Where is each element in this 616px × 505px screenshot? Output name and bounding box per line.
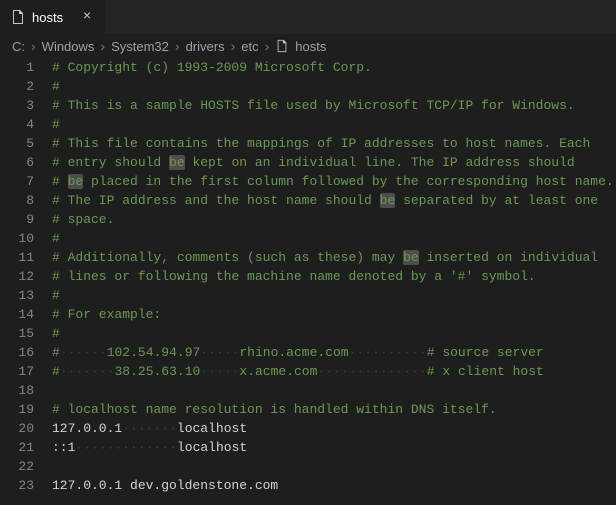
code-line[interactable]: #······102.54.94.97·····rhino.acme.com··… [52, 343, 616, 362]
line-number: 5 [0, 134, 34, 153]
code-line[interactable] [52, 381, 616, 400]
line-number: 9 [0, 210, 34, 229]
line-number: 4 [0, 115, 34, 134]
chevron-right-icon: › [31, 38, 36, 54]
code-line[interactable]: # be placed in the first column followed… [52, 172, 616, 191]
line-number: 11 [0, 248, 34, 267]
breadcrumb-part[interactable]: hosts [295, 39, 326, 54]
line-number-gutter: 1234567891011121314151617181920212223 [0, 58, 52, 505]
code-line[interactable]: # space. [52, 210, 616, 229]
line-number: 18 [0, 381, 34, 400]
chevron-right-icon: › [265, 38, 270, 54]
chevron-right-icon: › [100, 38, 105, 54]
code-line[interactable]: # Additionally, comments (such as these)… [52, 248, 616, 267]
code-line[interactable]: # localhost name resolution is handled w… [52, 400, 616, 419]
line-number: 2 [0, 77, 34, 96]
code-line[interactable]: # [52, 324, 616, 343]
line-number: 22 [0, 457, 34, 476]
line-number: 23 [0, 476, 34, 495]
line-number: 10 [0, 229, 34, 248]
line-number: 3 [0, 96, 34, 115]
line-number: 1 [0, 58, 34, 77]
code-line[interactable]: # [52, 286, 616, 305]
tab-label: hosts [32, 10, 63, 25]
code-line[interactable]: #·······38.25.63.10·····x.acme.com······… [52, 362, 616, 381]
code-line[interactable]: # [52, 229, 616, 248]
file-icon [275, 39, 289, 53]
line-number: 13 [0, 286, 34, 305]
line-number: 8 [0, 191, 34, 210]
code-line[interactable]: # [52, 115, 616, 134]
tab-hosts[interactable]: hosts × [0, 0, 106, 34]
breadcrumb: C: › Windows › System32 › drivers › etc … [0, 34, 616, 58]
breadcrumb-part[interactable]: drivers [186, 39, 225, 54]
code-line[interactable]: # lines or following the machine name de… [52, 267, 616, 286]
code-line[interactable] [52, 457, 616, 476]
breadcrumb-part[interactable]: System32 [111, 39, 169, 54]
breadcrumb-part[interactable]: Windows [42, 39, 95, 54]
code-line[interactable]: # This is a sample HOSTS file used by Mi… [52, 96, 616, 115]
line-number: 15 [0, 324, 34, 343]
code-line[interactable]: # Copyright (c) 1993-2009 Microsoft Corp… [52, 58, 616, 77]
line-number: 12 [0, 267, 34, 286]
line-number: 20 [0, 419, 34, 438]
chevron-right-icon: › [175, 38, 180, 54]
code-line[interactable]: ::1·············localhost [52, 438, 616, 457]
line-number: 19 [0, 400, 34, 419]
breadcrumb-part[interactable]: C: [12, 39, 25, 54]
breadcrumb-part[interactable]: etc [241, 39, 258, 54]
line-number: 17 [0, 362, 34, 381]
line-number: 7 [0, 172, 34, 191]
line-number: 16 [0, 343, 34, 362]
code-line[interactable]: # The IP address and the host name shoul… [52, 191, 616, 210]
line-number: 6 [0, 153, 34, 172]
line-number: 21 [0, 438, 34, 457]
close-icon[interactable]: × [79, 9, 95, 25]
code-line[interactable]: # entry should be kept on an individual … [52, 153, 616, 172]
code-line[interactable]: 127.0.0.1 dev.goldenstone.com [52, 476, 616, 495]
line-number: 14 [0, 305, 34, 324]
code-content[interactable]: # Copyright (c) 1993-2009 Microsoft Corp… [52, 58, 616, 505]
code-line[interactable]: # For example: [52, 305, 616, 324]
code-line[interactable]: # [52, 77, 616, 96]
file-icon [10, 9, 26, 25]
editor[interactable]: 1234567891011121314151617181920212223 # … [0, 58, 616, 505]
tab-bar: hosts × [0, 0, 616, 34]
chevron-right-icon: › [231, 38, 236, 54]
code-line[interactable]: # This file contains the mappings of IP … [52, 134, 616, 153]
code-line[interactable]: 127.0.0.1·······localhost [52, 419, 616, 438]
